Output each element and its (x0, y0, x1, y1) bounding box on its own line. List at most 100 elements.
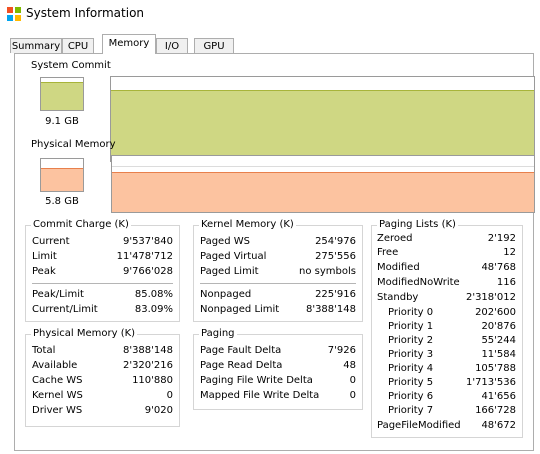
tab-gpu[interactable]: GPU (194, 38, 234, 53)
system-commit-value: 9.1 GB (45, 116, 79, 127)
pl-priority-row: Priority 0 202'600 (388, 306, 516, 320)
paging-fault-label: Page Fault Delta (200, 345, 282, 356)
pl-modified-nowrite-label: ModifiedNoWrite (377, 277, 460, 288)
pl-pagefile-modified-row: PageFileModified 48'672 (377, 419, 516, 433)
commit-peak-limit-row: Peak/Limit 85.08% (32, 288, 173, 302)
km-paged-ws-row: Paged WS 254'976 (200, 235, 356, 249)
pl-priority-label: Priority 3 (388, 349, 434, 360)
pl-priority-value: 1'713'536 (465, 377, 516, 388)
paging-mapped-write-label: Mapped File Write Delta (200, 390, 320, 401)
kernel-memory-divider (200, 283, 356, 284)
pl-pagefile-modified-label: PageFileModified (377, 420, 461, 431)
paging-mapped-write-row: Mapped File Write Delta 0 (200, 389, 356, 403)
commit-current-limit-label: Current/Limit (32, 304, 98, 315)
paging-read-label: Page Read Delta (200, 360, 283, 371)
km-paged-virtual-row: Paged Virtual 275'556 (200, 250, 356, 264)
pl-free-value: 12 (503, 247, 516, 258)
km-paged-limit-row: Paged Limit no symbols (200, 265, 356, 279)
commit-current-row: Current 9'537'840 (32, 235, 173, 249)
km-nonpaged-limit-row: Nonpaged Limit 8'388'148 (200, 303, 356, 317)
commit-charge-title: Commit Charge (K) (31, 219, 131, 231)
pm-kernel-ws-value: 0 (166, 390, 173, 401)
paging-read-value: 48 (343, 360, 356, 371)
paging-read-row: Page Read Delta 48 (200, 359, 356, 373)
commit-limit-value: 11'478'712 (116, 251, 173, 262)
physical-memory-line (112, 172, 534, 174)
tab-memory[interactable]: Memory (102, 34, 156, 54)
system-commit-mini-fill (41, 83, 83, 110)
commit-current-limit-value: 83.09% (134, 304, 173, 315)
pl-pagefile-modified-value: 48'672 (481, 420, 516, 431)
paging-lists-title: Paging Lists (K) (377, 219, 458, 231)
commit-charge-group: Commit Charge (K) Current 9'537'840 Limi… (25, 219, 180, 322)
paging-file-write-label: Paging File Write Delta (200, 375, 313, 386)
pl-priority-value: 41'656 (481, 391, 516, 402)
pm-total-row: Total 8'388'148 (32, 344, 173, 358)
kernel-memory-group: Kernel Memory (K) Paged WS 254'976 Paged… (193, 219, 363, 322)
pl-modified-row: Modified 48'768 (377, 261, 516, 275)
pl-standby-value: 2'318'012 (465, 292, 516, 303)
paging-mapped-write-value: 0 (349, 390, 356, 401)
pl-priority-label: Priority 6 (388, 391, 434, 402)
pl-free-label: Free (377, 247, 399, 258)
pl-priority-row: Priority 1 20'876 (388, 320, 516, 334)
pm-available-value: 2'320'216 (122, 360, 173, 371)
tab-summary[interactable]: Summary (10, 38, 62, 53)
pl-priority-label: Priority 2 (388, 335, 434, 346)
graph-gridline (112, 166, 534, 167)
paging-lists-group: Paging Lists (K) Zeroed 2'192 Free 12 Mo… (371, 219, 523, 438)
commit-current-value: 9'537'840 (122, 236, 173, 247)
window-title: System Information (26, 6, 145, 20)
pl-priority-label: Priority 5 (388, 377, 434, 388)
tab-cpu[interactable]: CPU (62, 38, 94, 53)
pl-free-row: Free 12 (377, 246, 516, 260)
pl-priority-value: 166'728 (475, 405, 516, 416)
paging-fault-value: 7'926 (327, 345, 356, 356)
pl-modified-nowrite-row: ModifiedNoWrite 116 (377, 276, 516, 290)
pm-available-label: Available (32, 360, 78, 371)
pl-priority-value: 55'244 (481, 335, 516, 346)
pl-priority-label: Priority 0 (388, 307, 434, 318)
commit-current-limit-row: Current/Limit 83.09% (32, 303, 173, 317)
system-commit-line (111, 90, 534, 92)
pl-priority-value: 105'788 (475, 363, 516, 374)
pl-priority-row: Priority 4 105'788 (388, 362, 516, 376)
pl-modified-nowrite-value: 116 (496, 277, 516, 288)
pm-kernel-ws-row: Kernel WS 0 (32, 389, 173, 403)
title-bar: System Information (0, 0, 540, 28)
commit-peak-value: 9'766'028 (122, 266, 173, 277)
km-nonpaged-row: Nonpaged 225'916 (200, 288, 356, 302)
pm-driver-ws-value: 9'020 (144, 405, 173, 416)
pl-zeroed-label: Zeroed (377, 233, 413, 244)
pl-priority-value: 20'876 (481, 321, 516, 332)
physical-memory-area (112, 173, 534, 212)
pl-priority-value: 202'600 (475, 307, 516, 318)
pl-priority-label: Priority 4 (388, 363, 434, 374)
system-commit-mini-meter (40, 77, 84, 111)
pl-standby-row: Standby 2'318'012 (377, 291, 516, 305)
km-paged-limit-label: Paged Limit (200, 266, 259, 277)
commit-peak-label: Peak (32, 266, 56, 277)
pm-driver-ws-label: Driver WS (32, 405, 83, 416)
pl-modified-value: 48'768 (481, 262, 516, 273)
km-paged-virtual-label: Paged Virtual (200, 251, 267, 262)
physical-memory-mini-level (41, 167, 83, 169)
tab-io[interactable]: I/O (156, 38, 188, 53)
pm-cache-ws-label: Cache WS (32, 375, 83, 386)
physical-memory-value: 5.8 GB (45, 196, 79, 207)
system-commit-graph (110, 76, 535, 162)
commit-divider (32, 283, 173, 284)
km-paged-ws-label: Paged WS (200, 236, 250, 247)
paging-fault-row: Page Fault Delta 7'926 (200, 344, 356, 358)
pl-priority-row: Priority 7 166'728 (388, 404, 516, 418)
system-commit-area (111, 91, 534, 161)
km-nonpaged-limit-value: 8'388'148 (305, 304, 356, 315)
system-commit-mini-level (41, 82, 83, 84)
km-nonpaged-limit-label: Nonpaged Limit (200, 304, 280, 315)
paging-group: Paging Page Fault Delta 7'926 Page Read … (193, 328, 363, 410)
system-information-icon (7, 7, 21, 21)
kernel-memory-title: Kernel Memory (K) (199, 219, 296, 231)
commit-peak-row: Peak 9'766'028 (32, 265, 173, 279)
commit-limit-row: Limit 11'478'712 (32, 250, 173, 264)
commit-peak-limit-value: 85.08% (134, 289, 173, 300)
